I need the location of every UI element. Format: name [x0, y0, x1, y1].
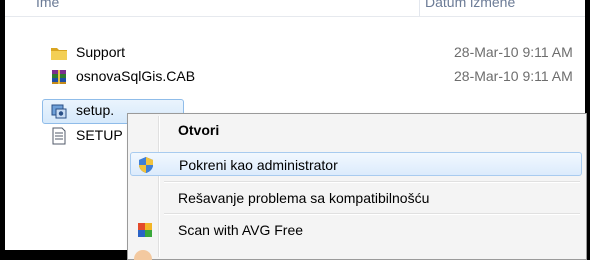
partial-menu-icon [134, 250, 152, 260]
menu-item-label: Rešavanje problema sa kompatibilnošću [178, 190, 430, 206]
menu-separator [164, 181, 580, 183]
column-header-name[interactable]: Ime [36, 0, 59, 10]
menu-item-label: Scan with AVG Free [178, 222, 304, 238]
text-file-icon [52, 127, 66, 145]
column-header: Ime Datum izmene [5, 0, 585, 17]
folder-icon [51, 48, 67, 60]
cab-archive-icon [52, 70, 66, 84]
avg-icon [138, 223, 152, 237]
file-name: setup. [76, 102, 115, 118]
file-name: Support [76, 44, 126, 60]
setup-exe-icon [51, 104, 67, 119]
menu-item-label: Otvori [178, 122, 220, 138]
column-header-date[interactable]: Datum izmene [425, 0, 515, 10]
file-row-cab[interactable]: osnovaSqlGis.CAB 28-Mar-10 9:11 AM [42, 65, 585, 89]
file-date: 28-Mar-10 9:11 AM [454, 44, 573, 60]
context-menu: Otvori Pokreni kao administrator Rešavan… [127, 113, 587, 260]
file-name: SETUP [76, 127, 123, 143]
menu-item-scan-avg[interactable]: Scan with AVG Free [130, 218, 582, 242]
file-name: osnovaSqlGis.CAB [76, 68, 196, 84]
menu-item-open[interactable]: Otvori [130, 118, 582, 142]
menu-item-compatibility[interactable]: Rešavanje problema sa kompatibilnošću [130, 186, 582, 210]
uac-shield-icon [139, 157, 153, 173]
file-date: 28-Mar-10 9:11 AM [454, 68, 573, 84]
column-divider[interactable] [419, 0, 420, 16]
menu-separator [164, 213, 580, 215]
menu-item-run-as-admin[interactable]: Pokreni kao administrator [130, 152, 582, 176]
menu-item-label: Pokreni kao administrator [179, 157, 338, 173]
file-row-support[interactable]: Support 28-Mar-10 9:11 AM [42, 41, 585, 65]
